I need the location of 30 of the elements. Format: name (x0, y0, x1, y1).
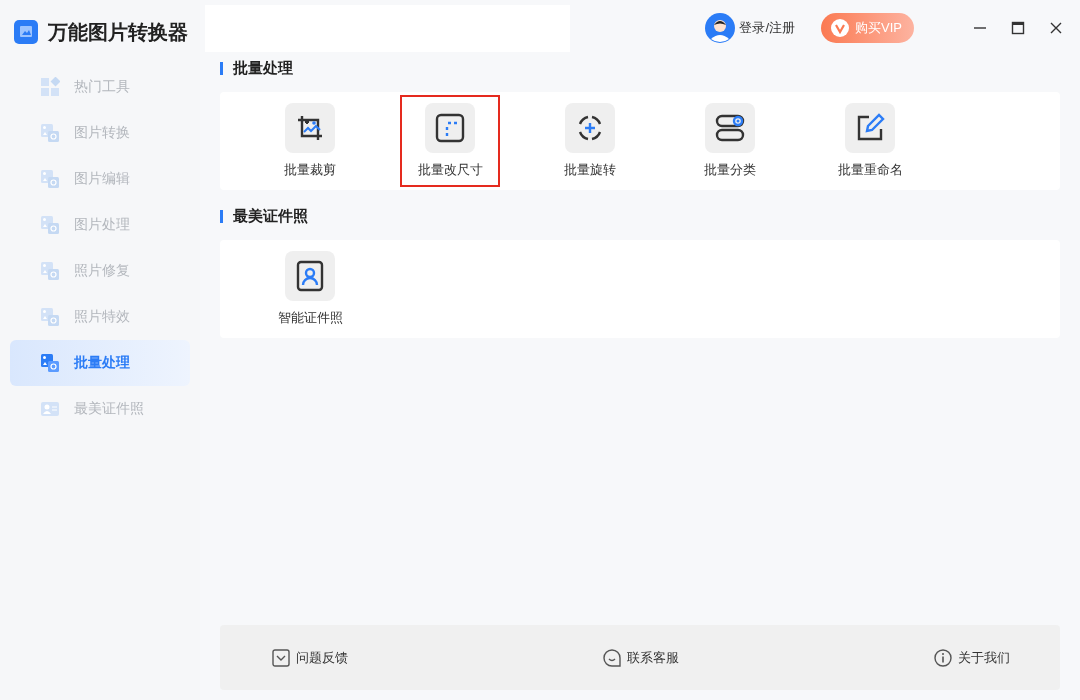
image-icon (40, 123, 60, 143)
tool-item[interactable]: 批量分类 (660, 92, 800, 190)
avatar-icon (705, 13, 736, 43)
section-title: 最美证件照 (233, 206, 308, 226)
resize-icon (434, 112, 466, 144)
footer-link[interactable]: 联系客服 (597, 647, 685, 668)
footer-link[interactable]: 关于我们 (928, 647, 1016, 668)
login-link[interactable]: 登录/注册 (699, 12, 802, 44)
app-title: 万能图片转换器 (48, 19, 188, 45)
footer-link[interactable]: 问题反馈 (266, 647, 354, 668)
image-icon (40, 307, 60, 327)
image-icon (40, 169, 60, 189)
vip-icon (831, 19, 850, 37)
image-icon (40, 353, 60, 373)
tool-item[interactable]: 批量改尺寸 (400, 95, 500, 187)
image-icon (40, 261, 60, 281)
info-icon (934, 648, 952, 667)
tool-item[interactable]: 批量裁剪 (240, 92, 380, 190)
tool-item[interactable]: 批量重命名 (800, 92, 940, 190)
grid-icon (40, 77, 60, 97)
tool-item[interactable]: 智能证件照 (240, 240, 380, 338)
app-logo-icon (14, 20, 38, 44)
tool-item[interactable]: 批量旋转 (520, 92, 660, 190)
message-icon (272, 648, 290, 667)
toggle-icon (714, 112, 746, 144)
portrait-icon (294, 260, 326, 292)
section-title: 批量处理 (233, 58, 293, 78)
image-icon (40, 215, 60, 235)
chat-icon (603, 648, 621, 667)
id-card-icon (40, 399, 60, 419)
